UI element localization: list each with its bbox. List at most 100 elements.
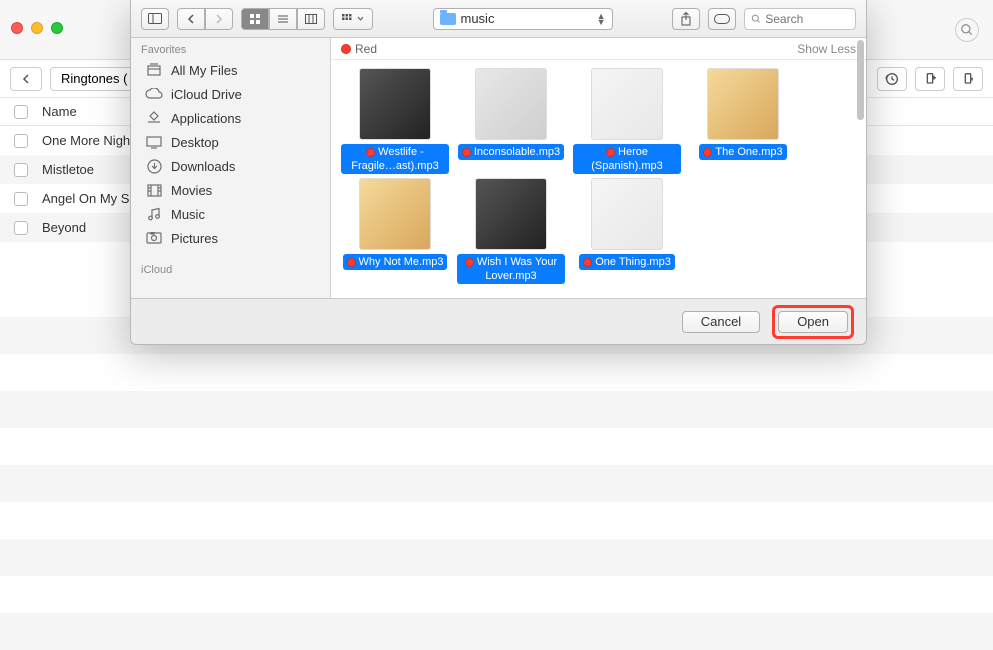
chevron-left-icon xyxy=(21,74,31,84)
red-tag-icon xyxy=(341,44,351,54)
sidebar-item-desktop[interactable]: Desktop xyxy=(131,130,330,154)
row-name: Angel On My S xyxy=(42,191,129,206)
row-name: Beyond xyxy=(42,220,86,235)
share-group xyxy=(672,8,700,30)
view-mode-group xyxy=(241,8,325,30)
movies-icon xyxy=(145,182,163,198)
red-tag-icon xyxy=(366,148,375,157)
sidebar-item-pictures[interactable]: Pictures xyxy=(131,226,330,250)
share-icon xyxy=(680,12,692,26)
tags-button[interactable] xyxy=(708,8,736,30)
chevron-right-icon xyxy=(215,14,223,24)
all-files-icon xyxy=(145,62,163,78)
file-item[interactable]: Wish I Was Your Lover.mp3 xyxy=(455,178,567,284)
file-label: Wish I Was Your Lover.mp3 xyxy=(457,254,565,284)
sidebar-item-label: Applications xyxy=(171,111,241,126)
list-view-button[interactable] xyxy=(269,8,297,30)
file-item[interactable]: Westlife - Fragile…ast).mp3 xyxy=(339,68,451,174)
clock-arrow-icon xyxy=(884,71,900,87)
cancel-button[interactable]: Cancel xyxy=(682,311,760,333)
bg-select-all-checkbox[interactable] xyxy=(14,105,28,119)
bg-export-button[interactable] xyxy=(953,67,983,91)
red-tag-icon xyxy=(347,258,356,267)
bg-column-name[interactable]: Name xyxy=(42,104,77,119)
sidebar-item-music[interactable]: Music xyxy=(131,202,330,226)
desktop-icon xyxy=(145,134,163,150)
folder-icon xyxy=(440,13,456,25)
window-controls xyxy=(11,22,63,34)
location-popup[interactable]: music ▲▼ xyxy=(433,8,613,30)
nav-forward-button[interactable] xyxy=(205,8,233,30)
file-item[interactable]: Inconsolable.mp3 xyxy=(455,68,567,174)
chevron-down-icon xyxy=(357,16,364,21)
red-tag-icon xyxy=(462,148,471,157)
red-tag-icon xyxy=(465,258,474,267)
file-label: Why Not Me.mp3 xyxy=(343,254,448,270)
file-item[interactable]: Why Not Me.mp3 xyxy=(339,178,451,284)
cloud-icon xyxy=(145,86,163,102)
sidebar-item-label: iCloud Drive xyxy=(171,87,242,102)
sidebar-item-label: All My Files xyxy=(171,63,237,78)
columns-icon xyxy=(305,14,317,24)
icon-view-button[interactable] xyxy=(241,8,269,30)
file-thumb xyxy=(359,178,431,250)
download-to-device-icon xyxy=(922,71,938,87)
toggle-sidebar-button[interactable] xyxy=(141,8,169,30)
minimize-window-button[interactable] xyxy=(31,22,43,34)
arrange-group xyxy=(333,8,373,30)
nav-back-button[interactable] xyxy=(177,8,205,30)
sidebar-item-label: Downloads xyxy=(171,159,235,174)
sidebar-item-label: Desktop xyxy=(171,135,219,150)
open-button-highlight: Open xyxy=(772,305,854,339)
tags-group xyxy=(708,8,736,30)
bg-history-button[interactable] xyxy=(877,67,907,91)
bg-add-device-button[interactable] xyxy=(915,67,945,91)
bg-back-button[interactable] xyxy=(10,67,42,91)
list-icon xyxy=(277,14,289,24)
zoom-window-button[interactable] xyxy=(51,22,63,34)
file-item[interactable]: Heroe (Spanish).mp3 xyxy=(571,68,683,174)
file-thumb xyxy=(591,68,663,140)
sidebar-toggle-group xyxy=(141,8,169,30)
bg-toolbar-right xyxy=(955,18,979,42)
search-input[interactable] xyxy=(765,12,849,26)
sidebar-section-favorites: Favorites xyxy=(131,38,330,58)
dialog-body: Favorites All My Files iCloud Drive Appl… xyxy=(131,38,866,298)
bg-tab-ringtones[interactable]: Ringtones ( xyxy=(50,67,138,91)
red-tag-icon xyxy=(703,148,712,157)
row-checkbox[interactable] xyxy=(14,163,28,177)
file-item[interactable]: One Thing.mp3 xyxy=(571,178,683,284)
upload-from-device-icon xyxy=(960,71,976,87)
file-item[interactable]: The One.mp3 xyxy=(687,68,799,174)
open-button[interactable]: Open xyxy=(778,311,848,333)
file-browser-content: Red Show Less Westlife - Fragile…ast).mp… xyxy=(331,38,866,298)
open-file-dialog: music ▲▼ Favorites All My Files iCloud D… xyxy=(130,0,867,345)
scrollbar[interactable] xyxy=(857,40,864,120)
bg-search-button[interactable] xyxy=(955,18,979,42)
chevron-left-icon xyxy=(187,14,195,24)
pictures-icon xyxy=(145,230,163,246)
file-label: The One.mp3 xyxy=(699,144,786,160)
sidebar-item-icloud-drive[interactable]: iCloud Drive xyxy=(131,82,330,106)
row-checkbox[interactable] xyxy=(14,221,28,235)
sidebar-item-label: Pictures xyxy=(171,231,218,246)
sidebar-item-all-my-files[interactable]: All My Files xyxy=(131,58,330,82)
row-checkbox[interactable] xyxy=(14,134,28,148)
search-field[interactable] xyxy=(744,8,856,30)
column-view-button[interactable] xyxy=(297,8,325,30)
sidebar-item-movies[interactable]: Movies xyxy=(131,178,330,202)
arrange-button[interactable] xyxy=(333,8,373,30)
file-grid: Westlife - Fragile…ast).mp3 Inconsolable… xyxy=(331,60,866,292)
share-button[interactable] xyxy=(672,8,700,30)
file-thumb xyxy=(591,178,663,250)
row-checkbox[interactable] xyxy=(14,192,28,206)
sidebar-item-downloads[interactable]: Downloads xyxy=(131,154,330,178)
sidebar-item-label: Music xyxy=(171,207,205,222)
red-tag-icon xyxy=(606,148,615,157)
nav-group xyxy=(177,8,233,30)
close-window-button[interactable] xyxy=(11,22,23,34)
file-thumb xyxy=(475,68,547,140)
row-name: Mistletoe xyxy=(42,162,94,177)
sidebar-item-applications[interactable]: Applications xyxy=(131,106,330,130)
show-less-link[interactable]: Show Less xyxy=(797,42,856,56)
